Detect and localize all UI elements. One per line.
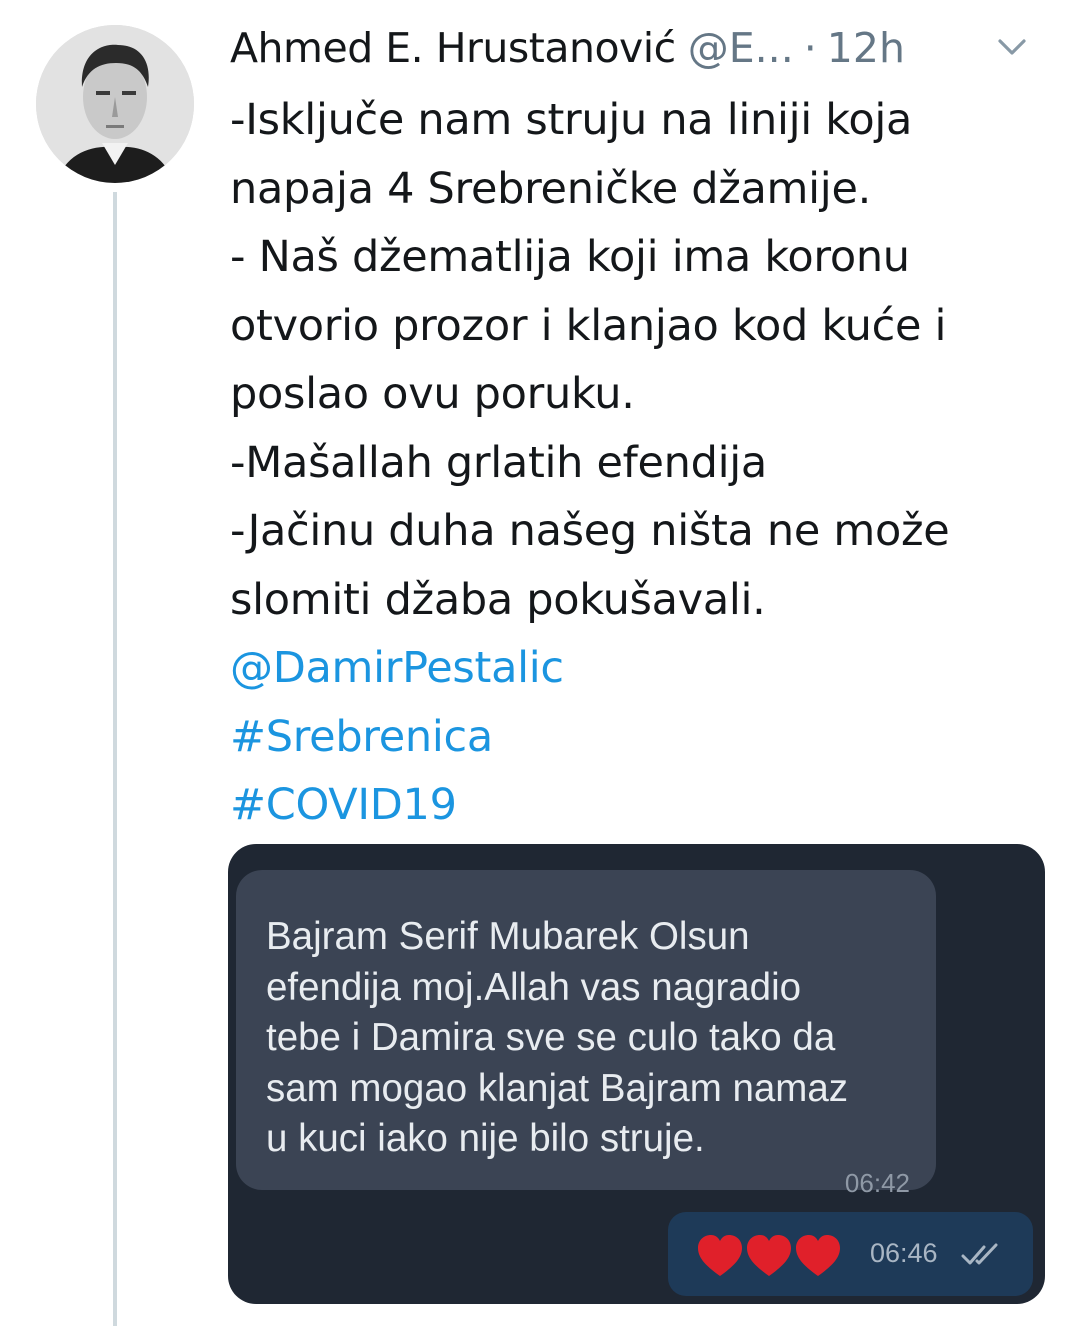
mention-link[interactable]: @DamirPestalic [230,634,1050,703]
chevron-down-icon[interactable] [990,28,1034,68]
hashtag-link[interactable]: #COVID19 [230,771,1050,840]
incoming-message-time: 06:42 [844,1168,910,1198]
double-check-icon [961,1243,998,1265]
separator-dot: · [803,24,817,72]
message-line: Bajram Serif Mubarek Olsun [266,915,750,958]
message-line: tebe i Damira sve se culo tako da [266,1016,836,1059]
tweet-text: -Isključe nam struju na liniji koja napa… [230,86,1050,840]
thread-line [113,192,117,1326]
tweet-text-line: slomiti džaba pokušavali. [230,574,766,625]
tweet-header: Ahmed E. Hrustanović @E... · 12h [230,18,1050,78]
tweet-timestamp[interactable]: 12h [827,24,905,72]
tweet-text-line: napaja 4 Srebreničke džamije. [230,163,871,214]
incoming-message-text: Bajram Serif Mubarek Olsun efendija moj.… [266,912,926,1165]
tweet-text-line: otvorio prozor i klanjao kod kuće i [230,300,947,351]
tweet-text-line: - Naš džematlija koji ima koronu [230,232,910,282]
message-line: u kuci iako nije bilo struje. [266,1117,705,1160]
avatar[interactable] [36,25,194,183]
hashtag-link[interactable]: #Srebrenica [230,703,1050,772]
avatar-portrait [36,25,194,183]
incoming-message-bubble: Bajram Serif Mubarek Olsun efendija moj.… [236,870,936,1198]
author-handle[interactable]: @E... [688,24,794,72]
heart-emoji-icon [698,1235,840,1276]
tweet-text-line: -Isključe nam struju na liniji koja [230,95,913,145]
outgoing-message-time: 06:46 [870,1238,938,1268]
author-name[interactable]: Ahmed E. Hrustanović [230,24,676,72]
tweet-media-image[interactable]: Bajram Serif Mubarek Olsun efendija moj.… [228,844,1045,1304]
outgoing-message-bubble: 06:46 [668,1212,1033,1296]
message-line: efendija moj.Allah vas nagradio [266,965,802,1009]
message-line: sam mogao klanjat Bajram namaz [266,1066,849,1110]
tweet-text-line: -Mašallah grlatih efendija [230,437,767,488]
tweet-text-line: poslao ovu poruku. [230,369,635,419]
tweet-text-line: -Jačinu duha našeg ništa ne može [230,506,950,556]
